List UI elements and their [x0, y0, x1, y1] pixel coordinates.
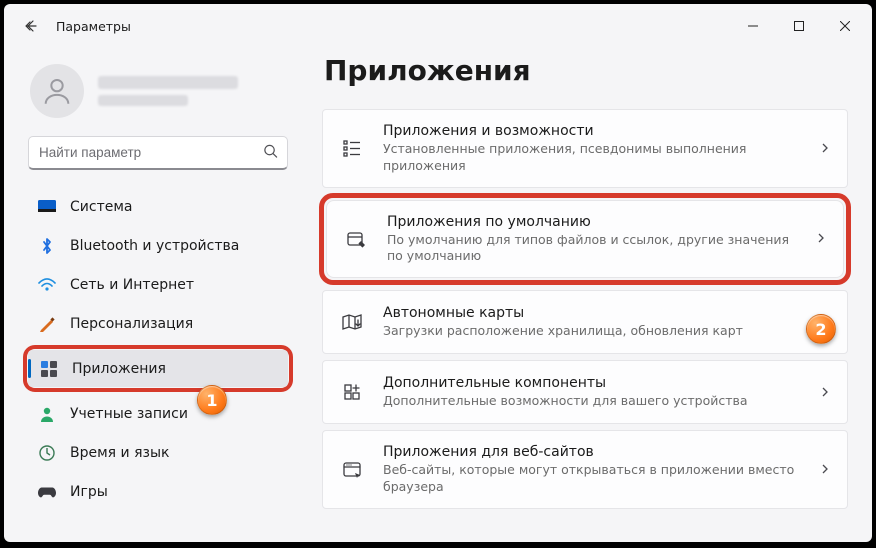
card-body: Приложения по умолчанию По умолчанию для… [387, 213, 797, 266]
card-subtitle: По умолчанию для типов файлов и ссылок, … [387, 232, 797, 266]
time-language-icon [38, 444, 56, 462]
system-icon [38, 198, 56, 216]
sidebar-item-personalization[interactable]: Персонализация [26, 305, 290, 342]
card-title: Дополнительные компоненты [383, 374, 801, 393]
card-body: Приложения для веб-сайтов Веб-сайты, кот… [383, 443, 801, 496]
annotation-badge-1: 1 [197, 385, 227, 415]
card-title: Приложения и возможности [383, 122, 801, 141]
sidebar-item-label: Сеть и Интернет [70, 277, 194, 293]
nav: Система Bluetooth и устройства Сеть и Ин… [26, 188, 290, 510]
personalization-icon [38, 315, 56, 333]
default-apps-icon [343, 228, 369, 250]
card-offline-maps[interactable]: Автономные карты Загрузки расположение х… [322, 290, 848, 354]
gaming-icon [38, 483, 56, 501]
card-title: Автономные карты [383, 304, 801, 323]
annotation-highlight-sidebar: Приложения [23, 345, 293, 392]
apps-for-websites-icon [339, 459, 365, 481]
maximize-icon [794, 21, 804, 31]
sidebar: Система Bluetooth и устройства Сеть и Ин… [4, 48, 304, 542]
card-body: Дополнительные компоненты Дополнительные… [383, 374, 801, 410]
offline-maps-icon [339, 312, 365, 332]
sidebar-item-label: Игры [70, 484, 108, 500]
card-apps-for-websites[interactable]: Приложения для веб-сайтов Веб-сайты, кот… [322, 430, 848, 509]
card-subtitle: Веб-сайты, которые могут открываться в п… [383, 462, 801, 496]
main: Приложения Приложения и возможности Уста… [304, 48, 872, 542]
minimize-button[interactable] [730, 10, 776, 42]
profile-text [98, 76, 286, 106]
apps-icon [40, 360, 58, 378]
search-input[interactable] [28, 136, 288, 170]
profile-name-redacted [98, 76, 238, 89]
card-subtitle: Загрузки расположение хранилища, обновле… [383, 323, 801, 340]
search-box [28, 136, 288, 170]
card-body: Автономные карты Загрузки расположение х… [383, 304, 801, 340]
sidebar-item-bluetooth[interactable]: Bluetooth и устройства [26, 227, 290, 264]
card-body: Приложения и возможности Установленные п… [383, 122, 801, 175]
window-title: Параметры [56, 19, 131, 34]
annotation-badge-label: 1 [206, 391, 217, 410]
content: Система Bluetooth и устройства Сеть и Ин… [4, 48, 872, 542]
chevron-right-icon [819, 139, 831, 158]
sidebar-item-time-language[interactable]: Время и язык [26, 434, 290, 471]
profile-block[interactable] [26, 56, 290, 134]
chevron-right-icon [815, 229, 827, 248]
back-button[interactable] [12, 8, 50, 44]
arrow-left-icon [23, 18, 39, 34]
person-icon [40, 74, 74, 108]
sidebar-item-system[interactable]: Система [26, 188, 290, 225]
network-icon [38, 276, 56, 294]
settings-window: Параметры [4, 4, 872, 542]
card-list: Приложения и возможности Установленные п… [322, 109, 848, 509]
annotation-highlight-default-apps: Приложения по умолчанию По умолчанию для… [319, 193, 851, 286]
optional-features-icon [339, 381, 365, 403]
sidebar-item-label: Bluetooth и устройства [70, 238, 239, 254]
card-default-apps[interactable]: Приложения по умолчанию По умолчанию для… [326, 200, 844, 279]
annotation-badge-label: 2 [815, 320, 826, 339]
window-controls [730, 10, 868, 42]
titlebar: Параметры [4, 4, 872, 48]
sidebar-item-gaming[interactable]: Игры [26, 473, 290, 510]
sidebar-item-label: Время и язык [70, 445, 169, 461]
sidebar-item-label: Учетные записи [70, 406, 188, 422]
sidebar-item-network[interactable]: Сеть и Интернет [26, 266, 290, 303]
card-title: Приложения для веб-сайтов [383, 443, 801, 462]
sidebar-item-label: Система [70, 199, 132, 215]
avatar [30, 64, 84, 118]
sidebar-item-accounts[interactable]: Учетные записи [26, 395, 290, 432]
search-icon [263, 144, 278, 163]
minimize-icon [748, 21, 758, 31]
sidebar-item-label: Приложения [72, 361, 166, 377]
close-button[interactable] [822, 10, 868, 42]
sidebar-item-label: Персонализация [70, 316, 193, 332]
chevron-right-icon [819, 460, 831, 479]
card-subtitle: Установленные приложения, псевдонимы вып… [383, 141, 801, 175]
card-apps-features[interactable]: Приложения и возможности Установленные п… [322, 109, 848, 188]
sidebar-item-apps[interactable]: Приложения [28, 350, 288, 387]
card-optional-features[interactable]: Дополнительные компоненты Дополнительные… [322, 360, 848, 424]
close-icon [840, 21, 850, 31]
apps-features-icon [339, 137, 365, 159]
card-title: Приложения по умолчанию [387, 213, 797, 232]
chevron-right-icon [819, 383, 831, 402]
page-title: Приложения [324, 54, 848, 87]
bluetooth-icon [38, 237, 56, 255]
accounts-icon [38, 405, 56, 423]
annotation-badge-2: 2 [806, 314, 836, 344]
card-subtitle: Дополнительные возможности для вашего ус… [383, 393, 801, 410]
profile-email-redacted [98, 95, 188, 106]
maximize-button[interactable] [776, 10, 822, 42]
